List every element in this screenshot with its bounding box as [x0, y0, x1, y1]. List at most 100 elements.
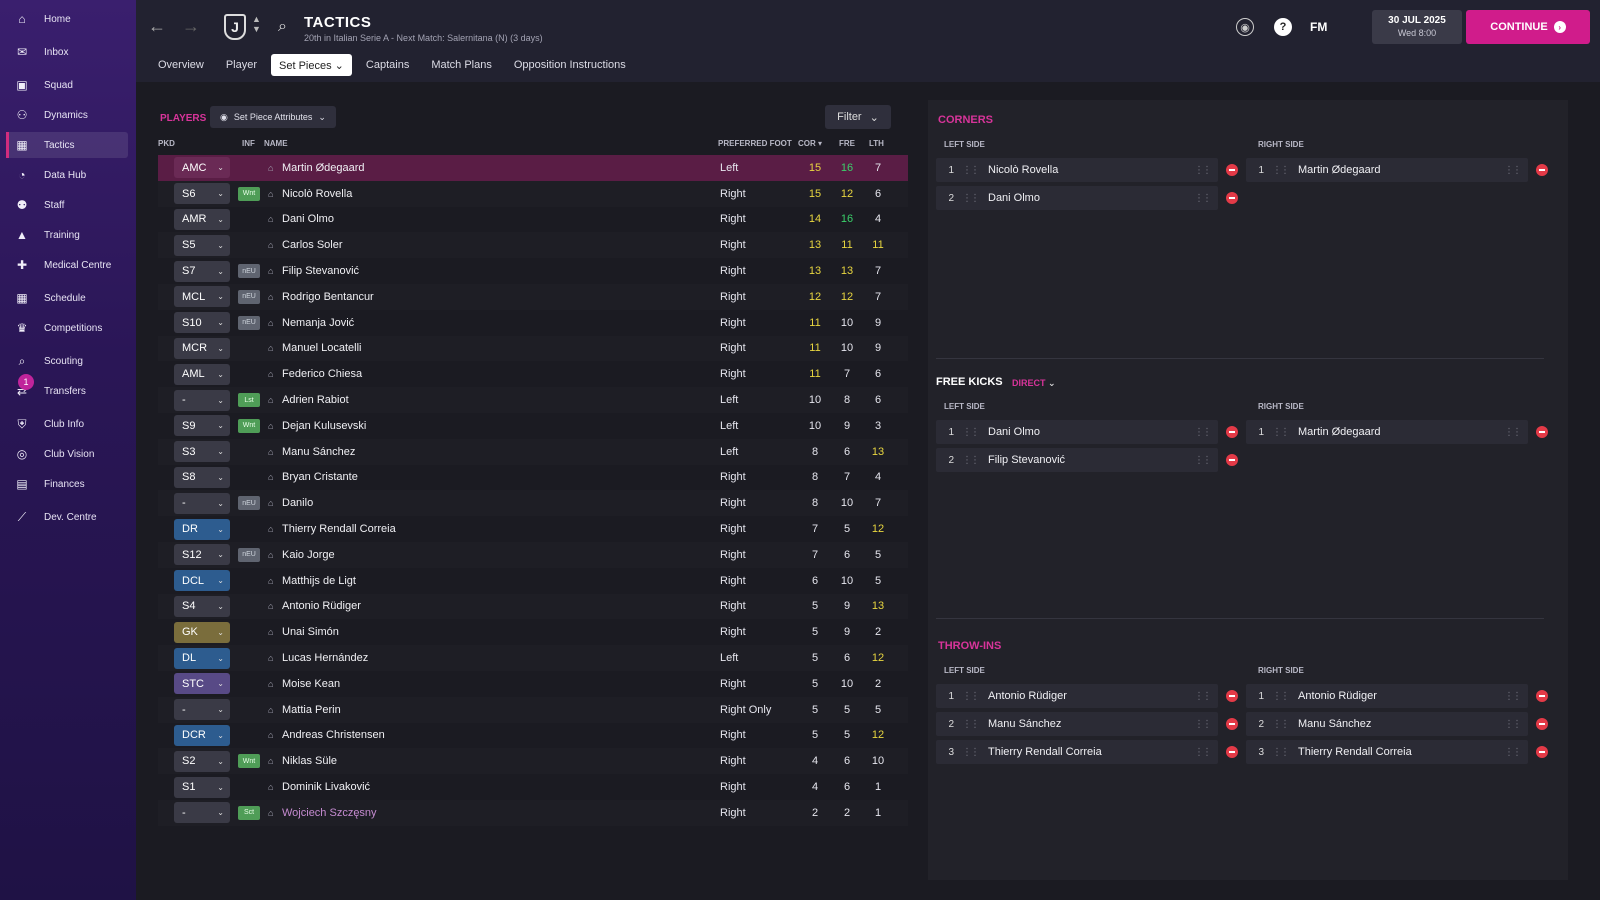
drag-handle-icon[interactable]: ⋮⋮	[1194, 455, 1212, 466]
table-row[interactable]: MCL ⌄ nEU ⌂ Rodrigo Bentancur Right 12 12 7	[158, 284, 908, 310]
info-badge[interactable]: Wnt	[238, 418, 260, 433]
sidebar-item-squad[interactable]: ▣ Squad	[6, 72, 128, 98]
position-dropdown[interactable]: AMR ⌄	[174, 208, 230, 230]
table-row[interactable]: S3 ⌄ ⌂ Manu Sánchez Left 8 6 13	[158, 439, 908, 465]
sidebar-item-data-hub[interactable]: ◔ Data Hub	[6, 162, 128, 188]
table-row[interactable]: S1 ⌄ ⌂ Dominik Livaković Right 4 6 1	[158, 774, 908, 800]
corners-right-slot[interactable]: 1 ⋮⋮ Martin Ødegaard ⋮⋮	[1246, 158, 1528, 182]
player-name[interactable]: Carlos Soler	[282, 239, 343, 251]
table-row[interactable]: - ⌄ nEU ⌂ Danilo Right 8 10 7	[158, 490, 908, 516]
position-dropdown[interactable]: S3 ⌄	[174, 441, 230, 463]
date-box[interactable]: 30 JUL 2025 Wed 8:00	[1372, 10, 1462, 44]
player-name[interactable]: Rodrigo Bentancur	[282, 291, 374, 303]
club-logo[interactable]: J	[224, 14, 246, 40]
tab-set-pieces[interactable]: Set Pieces ⌄	[271, 54, 352, 76]
table-row[interactable]: S4 ⌄ ⌂ Antonio Rüdiger Right 5 9 13	[158, 594, 908, 620]
fm-button[interactable]: FM	[1310, 20, 1327, 34]
drag-handle-icon[interactable]: ⋮⋮	[962, 193, 980, 204]
club-switch-icon[interactable]: ▲ ▼	[252, 14, 261, 34]
info-badge[interactable]: Wnt	[238, 754, 260, 769]
throw-ins-right-slot[interactable]: 1 ⋮⋮ Antonio Rüdiger ⋮⋮	[1246, 684, 1528, 708]
player-name[interactable]: Manu Sánchez	[282, 446, 355, 458]
player-name[interactable]: Manuel Locatelli	[282, 342, 362, 354]
drag-handle-icon[interactable]: ⋮⋮	[1272, 747, 1290, 758]
player-name[interactable]: Matthijs de Ligt	[282, 575, 356, 587]
drag-handle-icon[interactable]: ⋮⋮	[1272, 719, 1290, 730]
free-kicks-left-slot[interactable]: 1 ⋮⋮ Dani Olmo ⋮⋮	[936, 420, 1218, 444]
remove-icon[interactable]	[1226, 164, 1238, 176]
table-row[interactable]: - ⌄ Lst ⌂ Adrien Rabiot Left 10 8 6	[158, 387, 908, 413]
drag-handle-icon[interactable]: ⋮⋮	[1504, 165, 1522, 176]
remove-icon[interactable]	[1226, 746, 1238, 758]
sidebar-item-dev-centre[interactable]: ⟋ Dev. Centre	[6, 504, 128, 530]
set-piece-attributes-dropdown[interactable]: ◉ Set Piece Attributes ⌄	[210, 106, 336, 128]
continue-button[interactable]: CONTINUE ›	[1466, 10, 1590, 44]
player-name[interactable]: Nicolò Rovella	[282, 188, 352, 200]
position-dropdown[interactable]: - ⌄	[174, 802, 230, 824]
tab-overview[interactable]: Overview	[150, 54, 212, 76]
col-header-inf[interactable]: INF	[242, 139, 255, 148]
sidebar-item-club-info[interactable]: ⛨ Club Info	[6, 411, 128, 437]
table-row[interactable]: AML ⌄ ⌂ Federico Chiesa Right 11 7 6	[158, 361, 908, 387]
info-badge[interactable]: nEU	[238, 264, 260, 279]
player-name[interactable]: Antonio Rüdiger	[282, 600, 361, 612]
sidebar-item-medical-centre[interactable]: ✚ Medical Centre	[6, 252, 128, 278]
player-name[interactable]: Nemanja Jović	[282, 317, 354, 329]
throw-ins-left-slot[interactable]: 3 ⋮⋮ Thierry Rendall Correia ⋮⋮	[936, 740, 1218, 764]
info-badge[interactable]: nEU	[238, 547, 260, 562]
table-row[interactable]: GK ⌄ ⌂ Unai Simón Right 5 9 2	[158, 619, 908, 645]
info-badge[interactable]: nEU	[238, 289, 260, 304]
position-dropdown[interactable]: STC ⌄	[174, 673, 230, 695]
free-kick-mode-dropdown[interactable]: DIRECT ⌄	[1012, 378, 1056, 389]
table-row[interactable]: DL ⌄ ⌂ Lucas Hernández Left 5 6 12	[158, 645, 908, 671]
drag-handle-icon[interactable]: ⋮⋮	[962, 747, 980, 758]
remove-icon[interactable]	[1226, 454, 1238, 466]
col-header-lth[interactable]: LTH	[869, 139, 884, 148]
drag-handle-icon[interactable]: ⋮⋮	[1504, 747, 1522, 758]
remove-icon[interactable]	[1536, 164, 1548, 176]
throw-ins-left-slot[interactable]: 2 ⋮⋮ Manu Sánchez ⋮⋮	[936, 712, 1218, 736]
position-dropdown[interactable]: S5 ⌄	[174, 234, 230, 256]
position-dropdown[interactable]: S1 ⌄	[174, 776, 230, 798]
position-dropdown[interactable]: S9 ⌄	[174, 415, 230, 437]
player-name[interactable]: Adrien Rabiot	[282, 394, 349, 406]
table-row[interactable]: - ⌄ ⌂ Mattia Perin Right Only 5 5 5	[158, 697, 908, 723]
sidebar-item-scouting[interactable]: ⌕ Scouting	[6, 348, 128, 374]
table-row[interactable]: DCR ⌄ ⌂ Andreas Christensen Right 5 5 12	[158, 723, 908, 749]
tab-captains[interactable]: Captains	[358, 54, 417, 76]
search-icon[interactable]: ⌕	[278, 18, 287, 36]
sidebar-item-competitions[interactable]: ♛ Competitions	[6, 315, 128, 341]
position-dropdown[interactable]: S12 ⌄	[174, 544, 230, 566]
position-dropdown[interactable]: GK ⌄	[174, 621, 230, 643]
position-dropdown[interactable]: S2 ⌄	[174, 750, 230, 772]
player-name[interactable]: Niklas Süle	[282, 755, 337, 767]
globe-icon[interactable]: ◉	[1236, 18, 1254, 36]
player-name[interactable]: Dani Olmo	[282, 213, 334, 225]
corners-left-slot[interactable]: 2 ⋮⋮ Dani Olmo ⋮⋮	[936, 186, 1218, 210]
drag-handle-icon[interactable]: ⋮⋮	[1194, 747, 1212, 758]
player-name[interactable]: Lucas Hernández	[282, 652, 368, 664]
position-dropdown[interactable]: DL ⌄	[174, 647, 230, 669]
table-row[interactable]: S10 ⌄ nEU ⌂ Nemanja Jović Right 11 10 9	[158, 310, 908, 336]
sidebar-item-inbox[interactable]: ✉ Inbox	[6, 39, 128, 65]
sidebar-item-transfers[interactable]: ⇄ 1 Transfers	[6, 374, 128, 404]
position-dropdown[interactable]: AMC ⌄	[174, 157, 230, 179]
table-row[interactable]: DR ⌄ ⌂ Thierry Rendall Correia Right 7 5 12	[158, 516, 908, 542]
forward-arrow-icon[interactable]: →	[182, 16, 216, 36]
sidebar-item-training[interactable]: ▲ Training	[6, 222, 128, 248]
table-row[interactable]: AMC ⌄ ⌂ Martin Ødegaard Left 15 16 7	[158, 155, 908, 181]
table-row[interactable]: S2 ⌄ Wnt ⌂ Niklas Süle Right 4 6 10	[158, 748, 908, 774]
position-dropdown[interactable]: DCL ⌄	[174, 570, 230, 592]
col-header-name[interactable]: NAME	[264, 139, 288, 148]
table-row[interactable]: S8 ⌄ ⌂ Bryan Cristante Right 8 7 4	[158, 465, 908, 491]
position-dropdown[interactable]: S10 ⌄	[174, 312, 230, 334]
position-dropdown[interactable]: S6 ⌄	[174, 183, 230, 205]
sidebar-item-tactics[interactable]: ▦ Tactics	[6, 132, 128, 158]
position-dropdown[interactable]: - ⌄	[174, 492, 230, 514]
help-icon[interactable]: ?	[1274, 18, 1292, 36]
remove-icon[interactable]	[1536, 746, 1548, 758]
player-name[interactable]: Danilo	[282, 497, 313, 509]
drag-handle-icon[interactable]: ⋮⋮	[962, 165, 980, 176]
corners-left-slot[interactable]: 1 ⋮⋮ Nicolò Rovella ⋮⋮	[936, 158, 1218, 182]
drag-handle-icon[interactable]: ⋮⋮	[1194, 165, 1212, 176]
